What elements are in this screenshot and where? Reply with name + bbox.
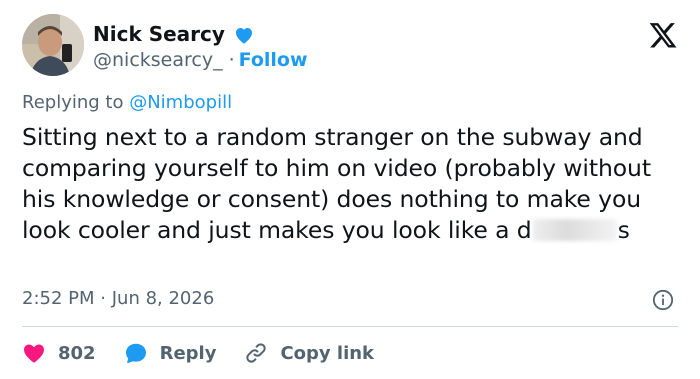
reply-label: Reply [159,342,217,364]
verified-badge-icon [235,28,252,44]
author-avatar[interactable] [22,14,84,76]
link-icon [246,343,267,363]
reply-bubble-icon [125,343,146,364]
copy-link-label: Copy link [280,342,375,364]
tweet-time: 2:52 PM [22,288,95,309]
action-divider [22,326,678,327]
like-button[interactable]: 802 [22,341,96,365]
author-handle[interactable]: @nicksearcy_ [93,49,223,71]
tweet-actions: 802 Reply Copy link [22,339,374,367]
tweet-date: Jun 8, 2026 [111,288,215,309]
author-name[interactable]: Nick Searcy [93,22,225,46]
copy-link-button[interactable]: Copy link [244,341,374,365]
censored-word-blur [532,219,617,241]
handle-separator: · [228,49,235,71]
tweet-text-end: s [617,216,630,244]
x-logo-icon[interactable] [648,20,678,50]
timestamp-separator: · [100,288,106,309]
tweet-timestamp[interactable]: 2:52 PM · Jun 8, 2026 [22,288,214,309]
author-name-row: Nick Searcy [93,20,256,48]
follow-button[interactable]: Follow [239,49,308,71]
reply-button[interactable]: Reply [124,341,217,365]
reply-mention-link[interactable]: @Nimbopill [129,92,232,113]
author-handle-row: @nicksearcy_ · Follow [93,48,308,72]
heart-icon [24,344,44,363]
reply-context: Replying to @Nimbopill [22,92,232,113]
avatar-photo [22,14,84,76]
tweet-text: Sitting next to a random stranger on the… [22,122,682,246]
like-count: 802 [58,342,96,364]
info-icon[interactable] [652,289,674,311]
reply-prefix: Replying to [22,92,124,113]
